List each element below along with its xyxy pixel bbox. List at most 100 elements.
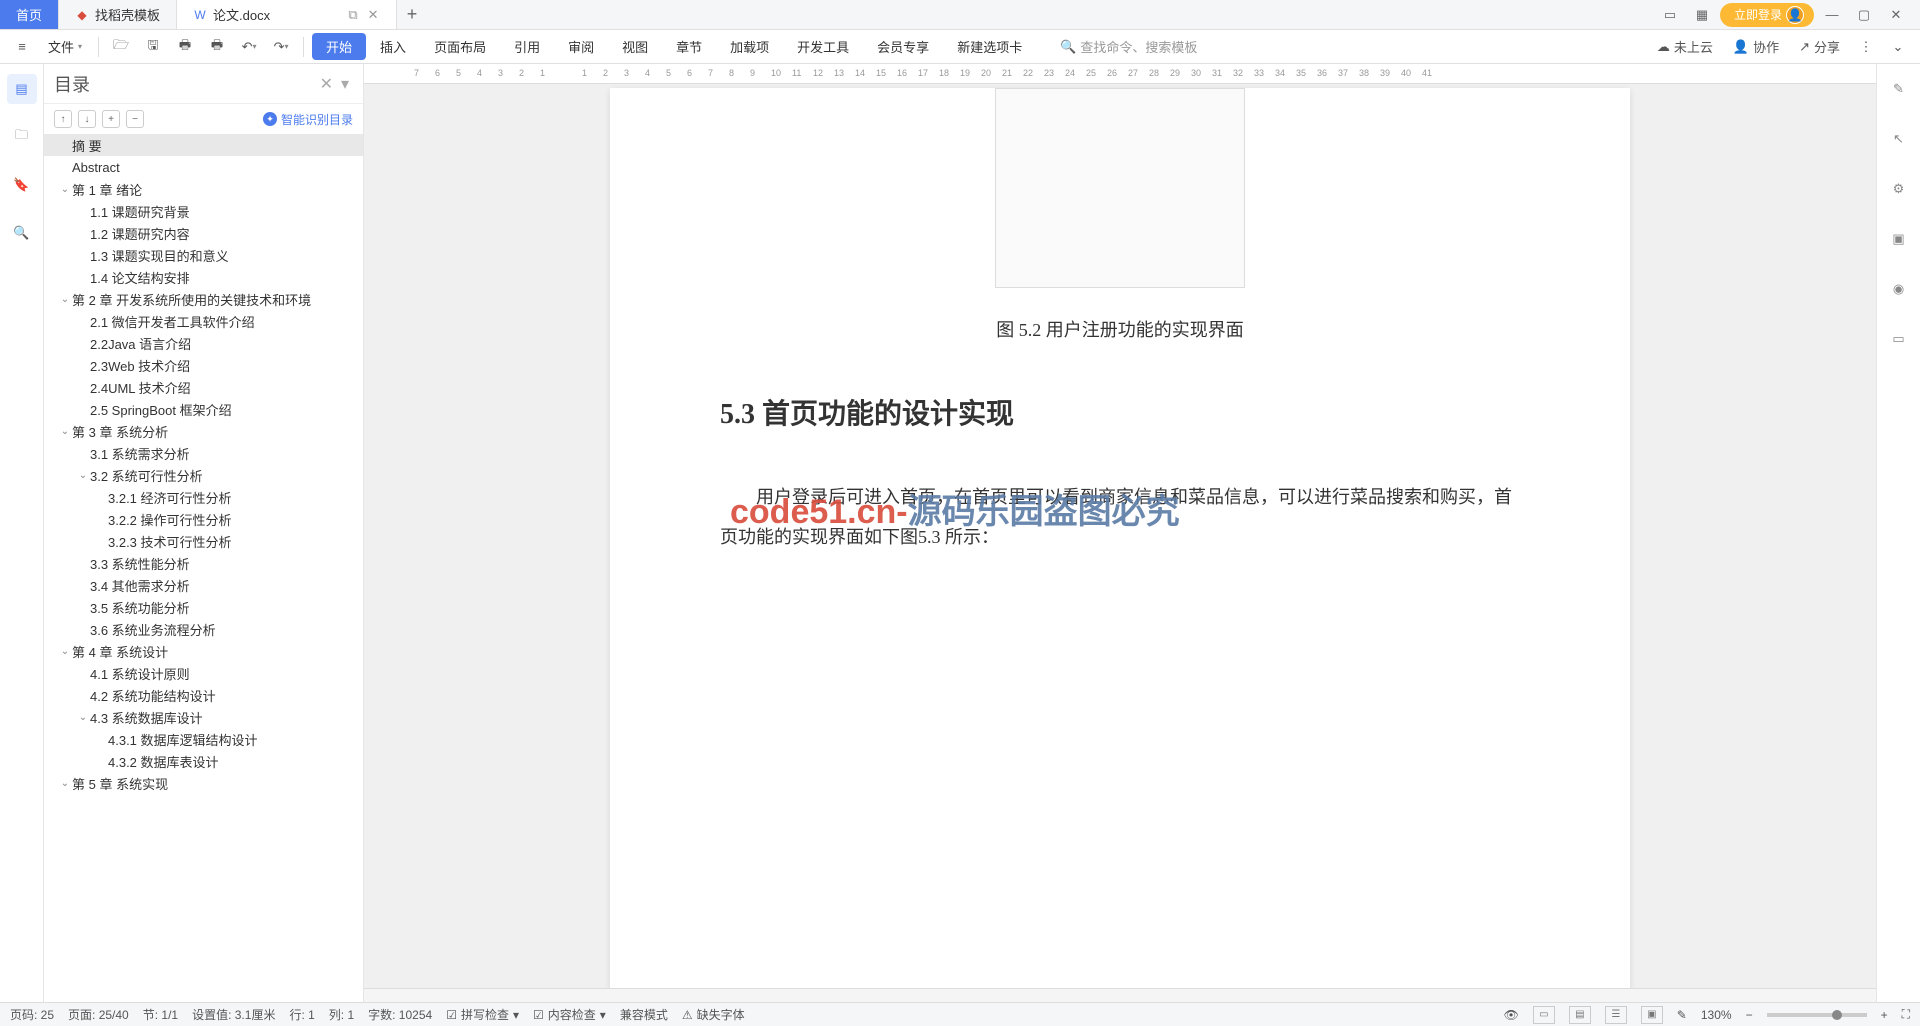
- layout-icon[interactable]: ▭: [1656, 1, 1684, 29]
- file-menu[interactable]: 文件▾: [40, 37, 90, 56]
- more-icon[interactable]: ⋮: [1852, 33, 1880, 61]
- ribbon-tab-0[interactable]: 开始: [312, 33, 366, 60]
- save-icon[interactable]: 🖫: [139, 33, 167, 61]
- bookmark-rail-icon[interactable]: 🔖: [7, 170, 37, 200]
- open-icon[interactable]: 🗁: [107, 33, 135, 61]
- outline-item[interactable]: ⌄第 1 章 绪论: [44, 178, 363, 200]
- ai-outline-link[interactable]: ✦ 智能识别目录: [263, 111, 353, 128]
- tool3-icon[interactable]: ▭: [1884, 324, 1914, 354]
- print-icon[interactable]: 🖶: [171, 33, 199, 61]
- zoom-in-button[interactable]: +: [1881, 1008, 1888, 1022]
- outline-item[interactable]: ⌄3.2 系统可行性分析: [44, 464, 363, 486]
- view-mode-2[interactable]: ▤: [1569, 1006, 1591, 1024]
- outline-item[interactable]: ⌄第 3 章 系统分析: [44, 420, 363, 442]
- view-mode-1[interactable]: ▭: [1533, 1006, 1555, 1024]
- outline-item[interactable]: Abstract: [44, 156, 363, 178]
- ribbon-tab-6[interactable]: 章节: [662, 37, 716, 56]
- status-missing-font[interactable]: ⚠ 缺失字体: [682, 1006, 745, 1023]
- chevron-down-icon[interactable]: ⌄: [76, 712, 90, 723]
- outline-dropdown-icon[interactable]: ▾: [337, 74, 353, 94]
- ruler[interactable]: 7654321123456789101112131415161718192021…: [364, 64, 1876, 84]
- ribbon-tab-4[interactable]: 审阅: [554, 37, 608, 56]
- add-tab-button[interactable]: +: [397, 0, 427, 29]
- grid-icon[interactable]: ▦: [1688, 1, 1716, 29]
- outline-item[interactable]: 摘 要: [44, 134, 363, 156]
- outline-item[interactable]: 1.3 课题实现目的和意义: [44, 244, 363, 266]
- share-button[interactable]: ↗分享: [1791, 37, 1848, 56]
- document-scroll[interactable]: 图 5.2 用户注册功能的实现界面 5.3 首页功能的设计实现 用户登录后可进入…: [364, 84, 1876, 988]
- zoom-out-button[interactable]: −: [1746, 1008, 1753, 1022]
- chevron-down-icon[interactable]: ⌄: [58, 426, 72, 437]
- view-mode-4[interactable]: ▣: [1641, 1006, 1663, 1024]
- outline-item[interactable]: ⌄第 5 章 系统实现: [44, 772, 363, 794]
- ribbon-tab-3[interactable]: 引用: [500, 37, 554, 56]
- status-words[interactable]: 字数: 10254: [368, 1006, 432, 1023]
- status-page[interactable]: 页面: 25/40: [68, 1006, 129, 1023]
- tool2-icon[interactable]: ◉: [1884, 274, 1914, 304]
- cursor-icon[interactable]: ↖: [1884, 124, 1914, 154]
- outline-item[interactable]: 4.3.1 数据库逻辑结构设计: [44, 728, 363, 750]
- outline-item[interactable]: 1.1 课题研究背景: [44, 200, 363, 222]
- chevron-down-icon[interactable]: ⌄: [58, 184, 72, 195]
- status-content-check[interactable]: ☑ 内容检查 ▾: [533, 1006, 606, 1023]
- status-indent[interactable]: 设置值: 3.1厘米: [192, 1006, 275, 1023]
- outline-item[interactable]: 2.4UML 技术介绍: [44, 376, 363, 398]
- status-spell[interactable]: ☑ 拼写检查 ▾: [446, 1006, 519, 1023]
- outline-up-button[interactable]: ↑: [54, 110, 72, 128]
- collapse-ribbon-icon[interactable]: ⌄: [1884, 33, 1912, 61]
- outline-item[interactable]: ⌄第 4 章 系统设计: [44, 640, 363, 662]
- outline-remove-button[interactable]: −: [126, 110, 144, 128]
- maximize-button[interactable]: ▢: [1850, 1, 1878, 29]
- outline-item[interactable]: ⌄4.3 系统数据库设计: [44, 706, 363, 728]
- outline-close-icon[interactable]: ✕: [316, 74, 337, 94]
- outline-item[interactable]: 3.2.1 经济可行性分析: [44, 486, 363, 508]
- tab-popout-icon[interactable]: ⧉: [346, 8, 360, 22]
- chevron-down-icon[interactable]: ⌄: [58, 646, 72, 657]
- status-compat[interactable]: 兼容模式: [620, 1006, 668, 1023]
- outline-item[interactable]: 3.2.2 操作可行性分析: [44, 508, 363, 530]
- hamburger-icon[interactable]: ≡: [8, 33, 36, 61]
- outline-add-button[interactable]: +: [102, 110, 120, 128]
- chevron-down-icon[interactable]: ⌄: [76, 470, 90, 481]
- outline-item[interactable]: 2.3Web 技术介绍: [44, 354, 363, 376]
- outline-item[interactable]: ⌄第 2 章 开发系统所使用的关键技术和环境: [44, 288, 363, 310]
- eye-icon[interactable]: 👁: [1504, 1008, 1519, 1022]
- outline-item[interactable]: 2.5 SpringBoot 框架介绍: [44, 398, 363, 420]
- print-preview-icon[interactable]: 🖶: [203, 33, 231, 61]
- settings-icon[interactable]: ⚙: [1884, 174, 1914, 204]
- outline-item[interactable]: 1.2 课题研究内容: [44, 222, 363, 244]
- search-box[interactable]: 🔍 查找命令、搜索模板: [1060, 37, 1197, 56]
- ribbon-tab-2[interactable]: 页面布局: [420, 37, 500, 56]
- outline-item[interactable]: 4.3.2 数据库表设计: [44, 750, 363, 772]
- ribbon-tab-1[interactable]: 插入: [366, 37, 420, 56]
- redo-icon[interactable]: ↷▾: [267, 33, 295, 61]
- outline-item[interactable]: 3.1 系统需求分析: [44, 442, 363, 464]
- tab-template[interactable]: ◆ 找稻壳模板: [59, 0, 177, 29]
- outline-item[interactable]: 3.4 其他需求分析: [44, 574, 363, 596]
- ribbon-tab-9[interactable]: 会员专享: [863, 37, 943, 56]
- outline-item[interactable]: 4.1 系统设计原则: [44, 662, 363, 684]
- zoom-slider[interactable]: [1767, 1013, 1867, 1017]
- outline-item[interactable]: 3.3 系统性能分析: [44, 552, 363, 574]
- outline-item[interactable]: 4.2 系统功能结构设计: [44, 684, 363, 706]
- collab-button[interactable]: 👤协作: [1725, 37, 1787, 56]
- cloud-status[interactable]: ☁未上云: [1649, 37, 1721, 56]
- outline-rail-icon[interactable]: ▤: [7, 74, 37, 104]
- outline-item[interactable]: 1.4 论文结构安排: [44, 266, 363, 288]
- search-rail-icon[interactable]: 🔍: [7, 218, 37, 248]
- view-mode-3[interactable]: ☰: [1605, 1006, 1627, 1024]
- horizontal-scrollbar[interactable]: [364, 988, 1876, 1002]
- status-col[interactable]: 列: 1: [329, 1006, 354, 1023]
- outline-down-button[interactable]: ↓: [78, 110, 96, 128]
- status-section[interactable]: 节: 1/1: [143, 1006, 178, 1023]
- outline-item[interactable]: 3.5 系统功能分析: [44, 596, 363, 618]
- outline-item[interactable]: 2.1 微信开发者工具软件介绍: [44, 310, 363, 332]
- login-button[interactable]: 立即登录 👤: [1720, 3, 1814, 27]
- outline-item[interactable]: 3.6 系统业务流程分析: [44, 618, 363, 640]
- undo-icon[interactable]: ↶▾: [235, 33, 263, 61]
- chevron-down-icon[interactable]: ⌄: [58, 294, 72, 305]
- pen-icon[interactable]: ✎: [1677, 1008, 1687, 1022]
- ribbon-tab-8[interactable]: 开发工具: [783, 37, 863, 56]
- outline-item[interactable]: 3.2.3 技术可行性分析: [44, 530, 363, 552]
- tool1-icon[interactable]: ▣: [1884, 224, 1914, 254]
